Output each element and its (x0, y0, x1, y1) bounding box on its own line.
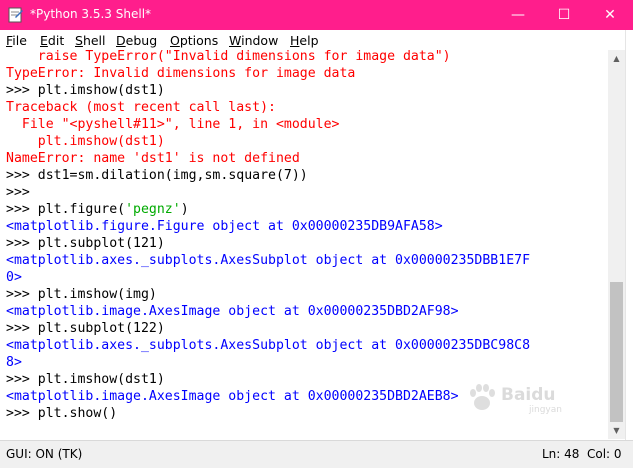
error-text: File "<pyshell#11>", line 1, in <module> (6, 117, 340, 132)
watermark-subtext: jingyan (529, 405, 562, 415)
menu-help-mnemonic: H (290, 33, 300, 48)
output-text: <matplotlib.axes._subplots.AxesSubplot o… (6, 253, 531, 268)
shell-prompt: >>> (6, 372, 38, 387)
menu-help-label: elp (299, 33, 319, 48)
output-line: <matplotlib.axes._subplots.AxesSubplot o… (6, 337, 530, 354)
output-line: 8> (6, 354, 22, 371)
shell-prompt: >>> (6, 202, 38, 217)
menu-options[interactable]: Options (170, 33, 218, 48)
command-line: >>> plt.imshow(dst1) (6, 82, 165, 99)
scroll-up-arrow-icon[interactable]: ▲ (608, 50, 625, 67)
shell-prompt: >>> (6, 406, 38, 421)
shell-prompt: >>> (6, 287, 38, 302)
error-line: plt.imshow(dst1) (6, 133, 165, 150)
output-text: 8> (6, 355, 22, 370)
command-line: >>> plt.imshow(dst1) (6, 371, 165, 388)
menu-bar: File Edit Shell Debug Options Window Hel… (0, 30, 633, 50)
output-text: <matplotlib.image.AxesImage object at 0x… (6, 389, 459, 404)
column-number: Col: 0 (587, 447, 622, 461)
menu-file[interactable]: File (6, 33, 27, 48)
error-line: NameError: name 'dst1' is not defined (6, 150, 300, 167)
menu-window-mnemonic: W (229, 33, 242, 48)
output-text: 0> (6, 270, 22, 285)
menu-edit[interactable]: Edit (40, 33, 64, 48)
menu-options-mnemonic: O (170, 33, 180, 48)
error-text: Traceback (most recent call last): (6, 100, 276, 115)
command-text: plt.imshow(dst1) (37, 83, 165, 98)
scroll-down-arrow-icon[interactable]: ▼ (608, 422, 625, 439)
output-line: <matplotlib.figure.Figure object at 0x00… (6, 218, 443, 235)
error-line: Traceback (most recent call last): (6, 99, 276, 116)
minimize-button[interactable]: — (495, 0, 541, 30)
command-line: >>> plt.imshow(img) (6, 286, 157, 303)
line-number: Ln: 48 (542, 447, 580, 461)
paw-icon (470, 384, 495, 410)
shell-prompt: >>> (6, 321, 38, 336)
output-text: <matplotlib.figure.Figure object at 0x00… (6, 219, 443, 234)
error-line: raise TypeError("Invalid dimensions for … (6, 48, 451, 65)
menu-shell-label: hell (82, 33, 106, 48)
vertical-scrollbar[interactable]: ▲ ▼ (608, 50, 625, 439)
command-line: >>> plt.figure('pegnz') (6, 201, 189, 218)
menu-window[interactable]: Window (229, 33, 278, 48)
command-text: plt.show() (37, 406, 118, 421)
command-text: plt.imshow(dst1) (37, 372, 165, 387)
watermark-text: Baidu (501, 385, 556, 405)
command-text: plt.imshow(img) (37, 287, 157, 302)
menu-window-label: indow (241, 33, 279, 48)
menu-debug-label: ebug (125, 33, 158, 48)
menu-debug[interactable]: Debug (116, 33, 157, 48)
scrollbar-thumb[interactable] (610, 282, 623, 422)
command-line: >>> plt.show() (6, 405, 117, 422)
command-line: >>> dst1=sm.dilation(img,sm.square(7)) (6, 167, 308, 184)
error-text: raise TypeError("Invalid dimensions for … (6, 49, 451, 64)
maximize-button[interactable]: ☐ (541, 0, 587, 30)
idle-app-icon (8, 7, 23, 23)
baidu-watermark: Baidu jingyan (465, 381, 605, 417)
error-text: plt.imshow(dst1) (6, 134, 165, 149)
command-line: >>> plt.subplot(121) (6, 235, 165, 252)
output-line: 0> (6, 269, 22, 286)
command-line: >>> (6, 184, 38, 201)
shell-prompt: >>> (6, 236, 38, 251)
close-button[interactable]: ✕ (587, 0, 633, 30)
menu-shell-mnemonic: S (75, 33, 83, 48)
output-line: <matplotlib.image.AxesImage object at 0x… (6, 303, 459, 320)
menu-help[interactable]: Help (290, 33, 319, 48)
output-line: <matplotlib.axes._subplots.AxesSubplot o… (6, 252, 530, 269)
title-bar[interactable]: *Python 3.5.3 Shell* — ☐ ✕ (0, 0, 633, 30)
window-border (625, 30, 633, 467)
command-text: plt.subplot(121) (37, 236, 165, 251)
error-text: NameError: name 'dst1' is not defined (6, 151, 300, 166)
menu-options-label: ptions (179, 33, 219, 48)
string-literal: 'pegnz' (125, 202, 181, 217)
menu-edit-mnemonic: E (40, 33, 48, 48)
error-line: File "<pyshell#11>", line 1, in <module> (6, 116, 340, 133)
command-text: plt.subplot(122) (37, 321, 165, 336)
shell-prompt: >>> (6, 168, 38, 183)
command-text: plt.figure( (37, 202, 126, 217)
gui-status: GUI: ON (TK) (6, 447, 83, 461)
menu-debug-mnemonic: D (116, 33, 126, 48)
error-text: TypeError: Invalid dimensions for image … (6, 66, 356, 81)
command-text: ) (180, 202, 189, 217)
output-text: <matplotlib.axes._subplots.AxesSubplot o… (6, 338, 531, 353)
menu-shell[interactable]: Shell (75, 33, 106, 48)
output-line: <matplotlib.image.AxesImage object at 0x… (6, 388, 459, 405)
error-line: TypeError: Invalid dimensions for image … (6, 65, 355, 82)
window-title: *Python 3.5.3 Shell* (30, 7, 152, 21)
output-text: <matplotlib.image.AxesImage object at 0x… (6, 304, 459, 319)
shell-prompt: >>> (6, 83, 38, 98)
menu-file-label: ile (12, 33, 27, 48)
menu-edit-label: dit (47, 33, 65, 48)
status-bar: GUI: ON (TK) Ln: 48 Col: 0 (0, 440, 633, 468)
command-text: dst1=sm.dilation(img,sm.square(7)) (37, 168, 308, 183)
command-line: >>> plt.subplot(122) (6, 320, 165, 337)
shell-prompt: >>> (6, 185, 38, 200)
